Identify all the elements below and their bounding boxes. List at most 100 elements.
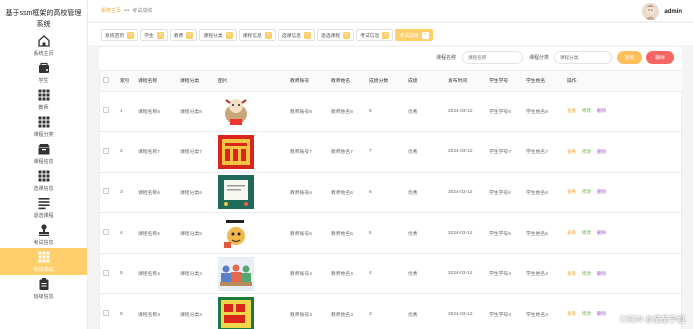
detail-link[interactable]: 查看 — [567, 230, 576, 235]
search-bar: 课程名称 课程分类 查询 删除 — [99, 51, 682, 65]
tag[interactable]: 系统首页 × — [101, 29, 139, 41]
edit-link[interactable]: 修改 — [582, 149, 591, 154]
edit-link[interactable]: 修改 — [582, 189, 591, 194]
close-icon[interactable]: × — [186, 31, 194, 39]
select-all-checkbox-cell — [100, 71, 117, 92]
sidebar-item[interactable]: 考试信息 — [0, 221, 87, 248]
course-name-input[interactable] — [462, 51, 523, 64]
tags-bar: 系统首页 × 学生 × 教师 × 课程分类 × 课程信息 × 选课信息 × 退选课程 × 考试信息 × 考试成绩… — [88, 23, 693, 45]
tag[interactable]: 教师 × — [169, 29, 198, 41]
table-row: 4 课程名称5 课程分类5 教师账号5 教师姓名5 5 优秀 2024-03-12 学生学号5 学… — [100, 212, 683, 254]
image-cell — [215, 91, 287, 133]
sidebar-item[interactable]: 考试成绩 — [0, 248, 87, 275]
course-category-input[interactable] — [554, 51, 612, 64]
list-icon — [37, 196, 51, 210]
detail-link[interactable]: 查看 — [567, 271, 576, 276]
sidebar-item[interactable]: 课程信息 — [0, 140, 87, 167]
sidebar-item-label: 考试成绩 — [33, 267, 54, 273]
close-icon[interactable]: × — [382, 31, 390, 39]
cell-grade: 优秀 — [405, 253, 445, 295]
sidebar-item-label: 课程分类 — [33, 132, 54, 138]
cell-teacher-name: 教师姓名6 — [328, 172, 366, 214]
close-icon[interactable]: × — [264, 31, 272, 39]
cell-index: 6 — [117, 293, 135, 329]
tag[interactable]: 考试信息 × — [356, 29, 394, 41]
image-cell — [215, 293, 287, 329]
tag[interactable]: 学生 × — [140, 29, 168, 41]
row-checkbox[interactable] — [103, 269, 109, 276]
cell-category: 课程分类4 — [177, 253, 215, 295]
cell-teacher-no: 教师账号4 — [287, 253, 328, 295]
close-icon[interactable]: × — [343, 31, 351, 39]
cell-teacher-no: 教师账号3 — [287, 293, 328, 329]
sidebar-item-label: 系统主页 — [33, 51, 54, 57]
edit-link[interactable]: 修改 — [582, 271, 591, 276]
tag[interactable]: 考试成绩 × — [395, 29, 433, 41]
table-row: 6 课程名称3 课程分类3 教师账号3 教师姓名3 3 优秀 2024-03-12 学生学号3 学… — [100, 293, 683, 329]
breadcrumb-home[interactable]: 系统主页 — [101, 8, 121, 14]
row-checkbox[interactable] — [103, 310, 109, 317]
delete-button[interactable]: 删除 — [646, 51, 674, 64]
cell-student-name: 学生姓名8 — [523, 91, 564, 133]
detail-link[interactable]: 查看 — [567, 108, 576, 113]
sidebar-item-label: 选课信息 — [33, 186, 54, 192]
edit-link[interactable]: 修改 — [582, 311, 591, 316]
table-row: 2 课程名称7 课程分类7 教师账号7 教师姓名7 7 优秀 2024-03-12 学生学号7 学… — [100, 131, 683, 173]
detail-link[interactable]: 查看 — [567, 311, 576, 316]
detail-link[interactable]: 查看 — [567, 149, 576, 154]
tag[interactable]: 选课信息 × — [277, 29, 316, 41]
sidebar-item[interactable]: 系统主页 — [0, 32, 87, 59]
edit-link[interactable]: 修改 — [582, 108, 591, 113]
tag[interactable]: 课程信息 × — [238, 29, 276, 41]
close-icon[interactable]: × — [225, 31, 233, 39]
cell-date: 2024-03-12 — [445, 131, 486, 173]
grid-icon — [37, 250, 51, 264]
row-checkbox-cell — [100, 253, 117, 295]
close-icon[interactable]: × — [127, 31, 135, 39]
sidebar-item[interactable]: 课程分类 — [0, 113, 87, 140]
user-menu[interactable]: admin — [642, 3, 682, 20]
watermark: CSDN @茄茄学姐 — [619, 315, 685, 324]
tag[interactable]: 课程分类 × — [199, 29, 237, 41]
cell-student-no: 学生学号3 — [486, 293, 523, 329]
sidebar-item[interactable]: 教师 — [0, 86, 87, 113]
select-all-checkbox[interactable] — [103, 76, 109, 83]
tag[interactable]: 退选课程 × — [317, 29, 355, 41]
delete-link[interactable]: 删除 — [597, 108, 606, 113]
column-header: 操作 — [564, 71, 683, 92]
sidebar-item[interactable]: 选课信息 — [0, 167, 87, 194]
column-header: 学生学号 — [486, 71, 523, 92]
search-button[interactable]: 查询 — [617, 51, 642, 64]
row-checkbox[interactable] — [103, 147, 109, 154]
edit-link[interactable]: 修改 — [582, 230, 591, 235]
tag-label: 教师 — [173, 33, 184, 39]
close-icon[interactable]: × — [156, 31, 164, 39]
username[interactable]: admin — [664, 9, 682, 15]
sidebar-item[interactable]: 班级信息 — [0, 275, 87, 302]
actions-cell: 查看 修改 删除 — [564, 253, 683, 295]
delete-link[interactable]: 删除 — [597, 149, 606, 154]
cell-category: 课程分类5 — [177, 212, 215, 254]
detail-link[interactable]: 查看 — [567, 189, 576, 194]
row-checkbox[interactable] — [103, 188, 109, 195]
delete-link[interactable]: 删除 — [597, 189, 606, 194]
course-image — [218, 94, 254, 129]
delete-link[interactable]: 删除 — [597, 311, 606, 316]
cell-grade: 优秀 — [405, 293, 445, 329]
row-checkbox[interactable] — [103, 229, 109, 236]
cell-grade: 优秀 — [405, 172, 445, 214]
avatar[interactable] — [642, 3, 660, 20]
delete-link[interactable]: 删除 — [597, 230, 606, 235]
cell-teacher-name: 教师姓名3 — [328, 293, 366, 329]
column-header: 课程分类 — [177, 71, 215, 92]
course-image — [218, 175, 254, 210]
close-icon[interactable]: × — [304, 31, 312, 39]
row-checkbox[interactable] — [103, 107, 109, 114]
sidebar-item[interactable]: 学生 — [0, 59, 87, 86]
sidebar-item-label: 班级信息 — [33, 294, 54, 300]
sidebar-item[interactable]: 退选课程 — [0, 194, 87, 221]
cell-student-no: 学生学号6 — [486, 172, 523, 214]
column-header: 成绩 — [405, 71, 445, 92]
delete-link[interactable]: 删除 — [597, 271, 606, 276]
close-icon[interactable]: × — [421, 31, 429, 39]
